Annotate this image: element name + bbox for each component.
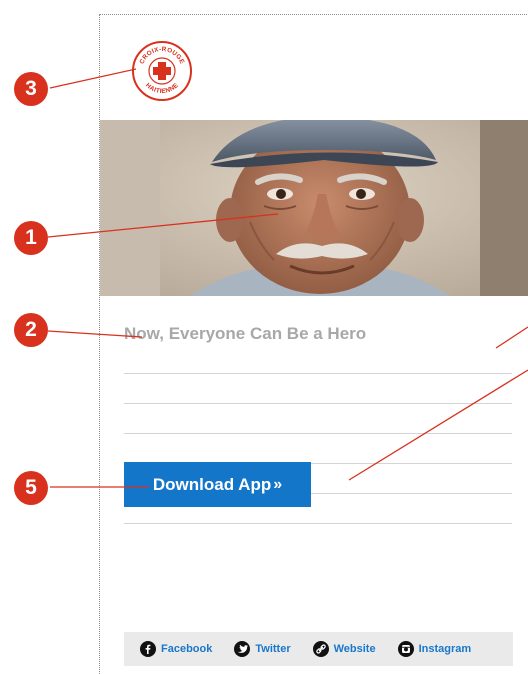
twitter-link[interactable]: Twitter — [234, 641, 291, 657]
email-frame — [99, 14, 528, 674]
text-placeholder-line — [124, 433, 512, 434]
text-placeholder-line — [124, 403, 512, 404]
facebook-link-label: Facebook — [161, 643, 213, 655]
annotation-marker-2: 2 — [14, 313, 48, 347]
instagram-link-label: Instagram — [418, 643, 472, 655]
annotation-marker-3: 3 — [14, 72, 48, 106]
text-placeholder-line — [124, 523, 512, 524]
hero-portrait-image — [100, 120, 528, 296]
website-link[interactable]: Website — [312, 641, 376, 657]
website-link-label: Website — [333, 643, 376, 655]
instagram-icon — [397, 641, 414, 657]
email-headline: Now, Everyone Can Be a Hero — [124, 324, 367, 343]
instagram-link[interactable]: Instagram — [397, 641, 472, 657]
download-app-button[interactable]: Download App » — [124, 462, 311, 507]
social-links-bar: Facebook Twitter Website Instagram — [124, 632, 513, 666]
croix-rouge-logo: CROIX-ROUGE HAITIENNE — [132, 41, 192, 101]
text-placeholder-line — [124, 373, 512, 374]
download-app-label: Download App — [152, 474, 272, 494]
twitter-icon — [234, 641, 251, 657]
annotation-marker-5: 5 — [14, 471, 48, 505]
twitter-link-label: Twitter — [255, 643, 291, 655]
facebook-icon — [140, 641, 156, 657]
double-chevron-right-icon: » — [273, 475, 283, 493]
facebook-link[interactable]: Facebook — [140, 641, 212, 657]
annotation-marker-1: 1 — [14, 221, 48, 255]
link-icon — [312, 641, 329, 657]
